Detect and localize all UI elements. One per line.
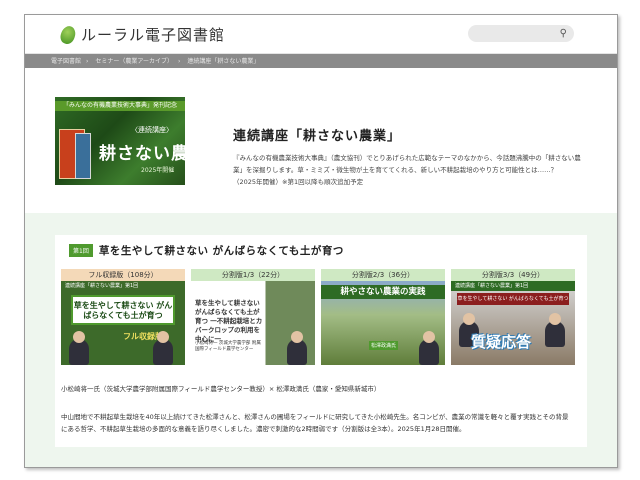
video-thumbnail[interactable]: 連続講座「耕さない農業」第1回 草を生やして耕さない がんばらなくても土が育つ … bbox=[451, 281, 575, 365]
speaker-head bbox=[463, 313, 475, 325]
lesson-heading: 第1回 草を生やして耕さない がんばらなくても土が育つ bbox=[69, 243, 344, 258]
lesson-title: 草を生やして耕さない がんばらなくても土が育つ bbox=[98, 245, 344, 257]
thumbnail-tag: 松澤政満氏 bbox=[369, 341, 399, 350]
search-icon[interactable]: ⚲ bbox=[560, 28, 567, 39]
video-thumbnail[interactable]: 草を生やして耕さない がんばらなくても土が育つ 一不耕起栽培とカバークロップの利… bbox=[191, 281, 315, 365]
video-part-3[interactable]: 分割版3/3（49分） 連続講座「耕さない農業」第1回 草を生やして耕さない が… bbox=[451, 269, 575, 365]
video-thumbnail[interactable]: 耕やさない農業の実践 松澤政満氏 bbox=[321, 281, 445, 365]
cover-ribbon: 「みんなの有機農業技術大事典」発刊記念 bbox=[55, 101, 185, 111]
video-part-2[interactable]: 分割版2/3（36分） 耕やさない農業の実践 松澤政満氏 bbox=[321, 269, 445, 365]
thumbnail-header: 連続講座「耕さない農業」第1回 bbox=[451, 281, 575, 291]
search-input[interactable]: ⚲ bbox=[468, 25, 574, 42]
breadcrumb-item[interactable]: セミナー（農業アーカイブ） bbox=[95, 58, 173, 65]
video-label[interactable]: フル収録版（108分） bbox=[61, 269, 185, 281]
lesson-number-badge: 第1回 bbox=[69, 244, 93, 257]
breadcrumb-item[interactable]: 電子図書館 bbox=[51, 58, 81, 65]
intro-section: 「みんなの有機農業技術大事典」発刊記念 〈連続講座〉 耕さない農業 2025年開… bbox=[25, 68, 617, 213]
thumbnail-title: 草を生やして耕さない がんばらなくても土が育つ 一不耕起栽培とカバークロップの利… bbox=[195, 299, 263, 343]
speaker-head bbox=[73, 331, 85, 343]
intro-description: 『みんなの有機農業技術大事典』（農文協刊）でとりあげられた広範なテーマのなかから… bbox=[233, 154, 581, 186]
lesson-description: 中山間地で不耕起草生栽培を40年以上続けてきた松澤さんと、松澤さんの圃場をフィー… bbox=[61, 413, 569, 433]
book-image bbox=[75, 133, 91, 179]
thumbnail-title: 草を生やして耕さない がんばらなくても土が育つ bbox=[71, 295, 175, 325]
video-thumbnail[interactable]: 連続講座「耕さない農業」第1回 草を生やして耕さない がんばらなくても土が育つ … bbox=[61, 281, 185, 365]
course-cover-image: 「みんなの有機農業技術大事典」発刊記念 〈連続講座〉 耕さない農業 2025年開… bbox=[55, 97, 185, 185]
page-title: 連続講座「耕さない農業」 bbox=[233, 129, 402, 144]
video-full[interactable]: フル収録版（108分） 連続講座「耕さない農業」第1回 草を生やして耕さない が… bbox=[61, 269, 185, 365]
breadcrumb-item: 連続講座「耕さない農業」 bbox=[187, 58, 260, 65]
browser-frame: ルーラル電子図書館 ⚲ 電子図書館 › セミナー（農業アーカイブ） › 連続講座「耕… bbox=[24, 14, 618, 468]
thumbnail-title: 耕やさない農業の実践 bbox=[321, 285, 445, 299]
cover-year: 2025年開催 bbox=[141, 167, 175, 174]
lesson-section: 第1回 草を生やして耕さない がんばらなくても土が育つ フル収録版（108分） … bbox=[25, 213, 617, 467]
thumbnail-header: 連続講座「耕さない農業」第1回 bbox=[61, 281, 185, 291]
breadcrumb: 電子図書館 › セミナー（農業アーカイブ） › 連続講座「耕さない農業」 bbox=[25, 54, 617, 68]
speaker-head bbox=[157, 331, 169, 343]
speaker-head bbox=[549, 313, 561, 325]
cover-subtitle: 〈連続講座〉 bbox=[131, 126, 173, 134]
video-list: フル収録版（108分） 連続講座「耕さない農業」第1回 草を生やして耕さない が… bbox=[61, 269, 581, 365]
speaker-head bbox=[423, 331, 435, 343]
logo-text: ルーラル電子図書館 bbox=[81, 26, 226, 44]
thumbnail-caption: 小松崎将一 茨城大学農学部 附属国際フィールド農学センター bbox=[195, 341, 261, 352]
site-header: ルーラル電子図書館 ⚲ bbox=[25, 15, 617, 54]
breadcrumb-separator: › bbox=[177, 58, 181, 65]
video-label[interactable]: 分割版1/3（22分） bbox=[191, 269, 315, 281]
thumbnail-tag: 質疑応答 bbox=[471, 333, 532, 351]
video-part-1[interactable]: 分割版1/3（22分） 草を生やして耕さない がんばらなくても土が育つ 一不耕起… bbox=[191, 269, 315, 365]
leaf-logo-icon bbox=[58, 23, 78, 46]
video-label[interactable]: 分割版2/3（36分） bbox=[321, 269, 445, 281]
speaker-head bbox=[291, 331, 303, 343]
cover-title: 耕さない農業 bbox=[99, 144, 185, 164]
speakers-text: 小松崎将一氏（茨城大学農学部附属国際フィールド農学センター教授）× 松澤政満氏（… bbox=[61, 385, 381, 393]
lesson-card: 第1回 草を生やして耕さない がんばらなくても土が育つ フル収録版（108分） … bbox=[55, 235, 587, 447]
breadcrumb-separator: › bbox=[86, 58, 89, 65]
thumbnail-title: 草を生やして耕さない がんばらなくても土が育つ bbox=[457, 293, 569, 305]
video-label[interactable]: 分割版3/3（49分） bbox=[451, 269, 575, 281]
site-logo[interactable]: ルーラル電子図書館 bbox=[58, 23, 226, 46]
